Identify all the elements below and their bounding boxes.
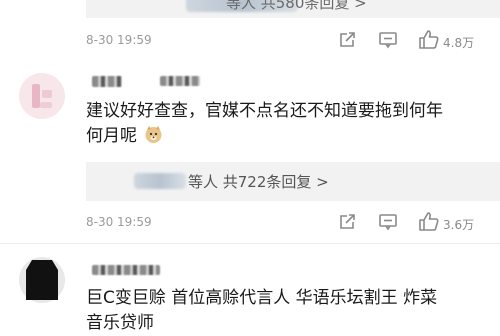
comment-icon[interactable] <box>378 30 398 53</box>
thumbs-up-icon[interactable] <box>418 211 440 236</box>
share-icon[interactable] <box>338 212 357 235</box>
doge-emoji <box>144 125 163 152</box>
reply-preview[interactable]: 等人 共722条回复 > <box>86 162 500 201</box>
comment-text: 建议好好查查，官媒不点名还不知道要拖到何年 何月呢 <box>86 99 443 152</box>
replier-names-blurred <box>134 173 186 189</box>
comment-text: 巨C变巨赊 首位高赊代言人 华语乐坛割王 炸菜 音乐贷师 <box>86 286 437 336</box>
thumbs-up-icon[interactable] <box>418 29 440 54</box>
like-count: 3.6万 <box>443 218 475 232</box>
comment-icon[interactable] <box>378 212 398 235</box>
reply-count-link[interactable]: 等人 共722条回复 > <box>188 171 329 192</box>
comment-text-line: 建议好好查查，官媒不点名还不知道要拖到何年 <box>86 101 443 121</box>
username-blurred[interactable] <box>92 265 160 275</box>
reply-preview[interactable]: 等人 共580条回复 > <box>86 0 500 18</box>
share-icon[interactable] <box>338 30 357 53</box>
comment-time: 8-30 19:59 <box>86 33 152 47</box>
username-blurred[interactable] <box>92 76 122 87</box>
username-blurred <box>160 76 200 86</box>
avatar[interactable] <box>18 72 66 120</box>
comment-time: 8-30 19:59 <box>86 215 152 229</box>
comment-text-tail: 何月呢 <box>86 126 137 146</box>
comment-text-line: 音乐贷师 <box>86 313 154 333</box>
avatar[interactable] <box>18 256 66 304</box>
comment-divider <box>0 243 500 244</box>
reply-count-link[interactable]: 等人 共580条回复 > <box>226 0 367 13</box>
comment-text-line: 何月呢 <box>86 124 443 152</box>
like-count: 4.8万 <box>443 36 475 50</box>
comment-text-line: 巨C变巨赊 首位高赊代言人 华语乐坛割王 炸菜 <box>86 288 438 308</box>
